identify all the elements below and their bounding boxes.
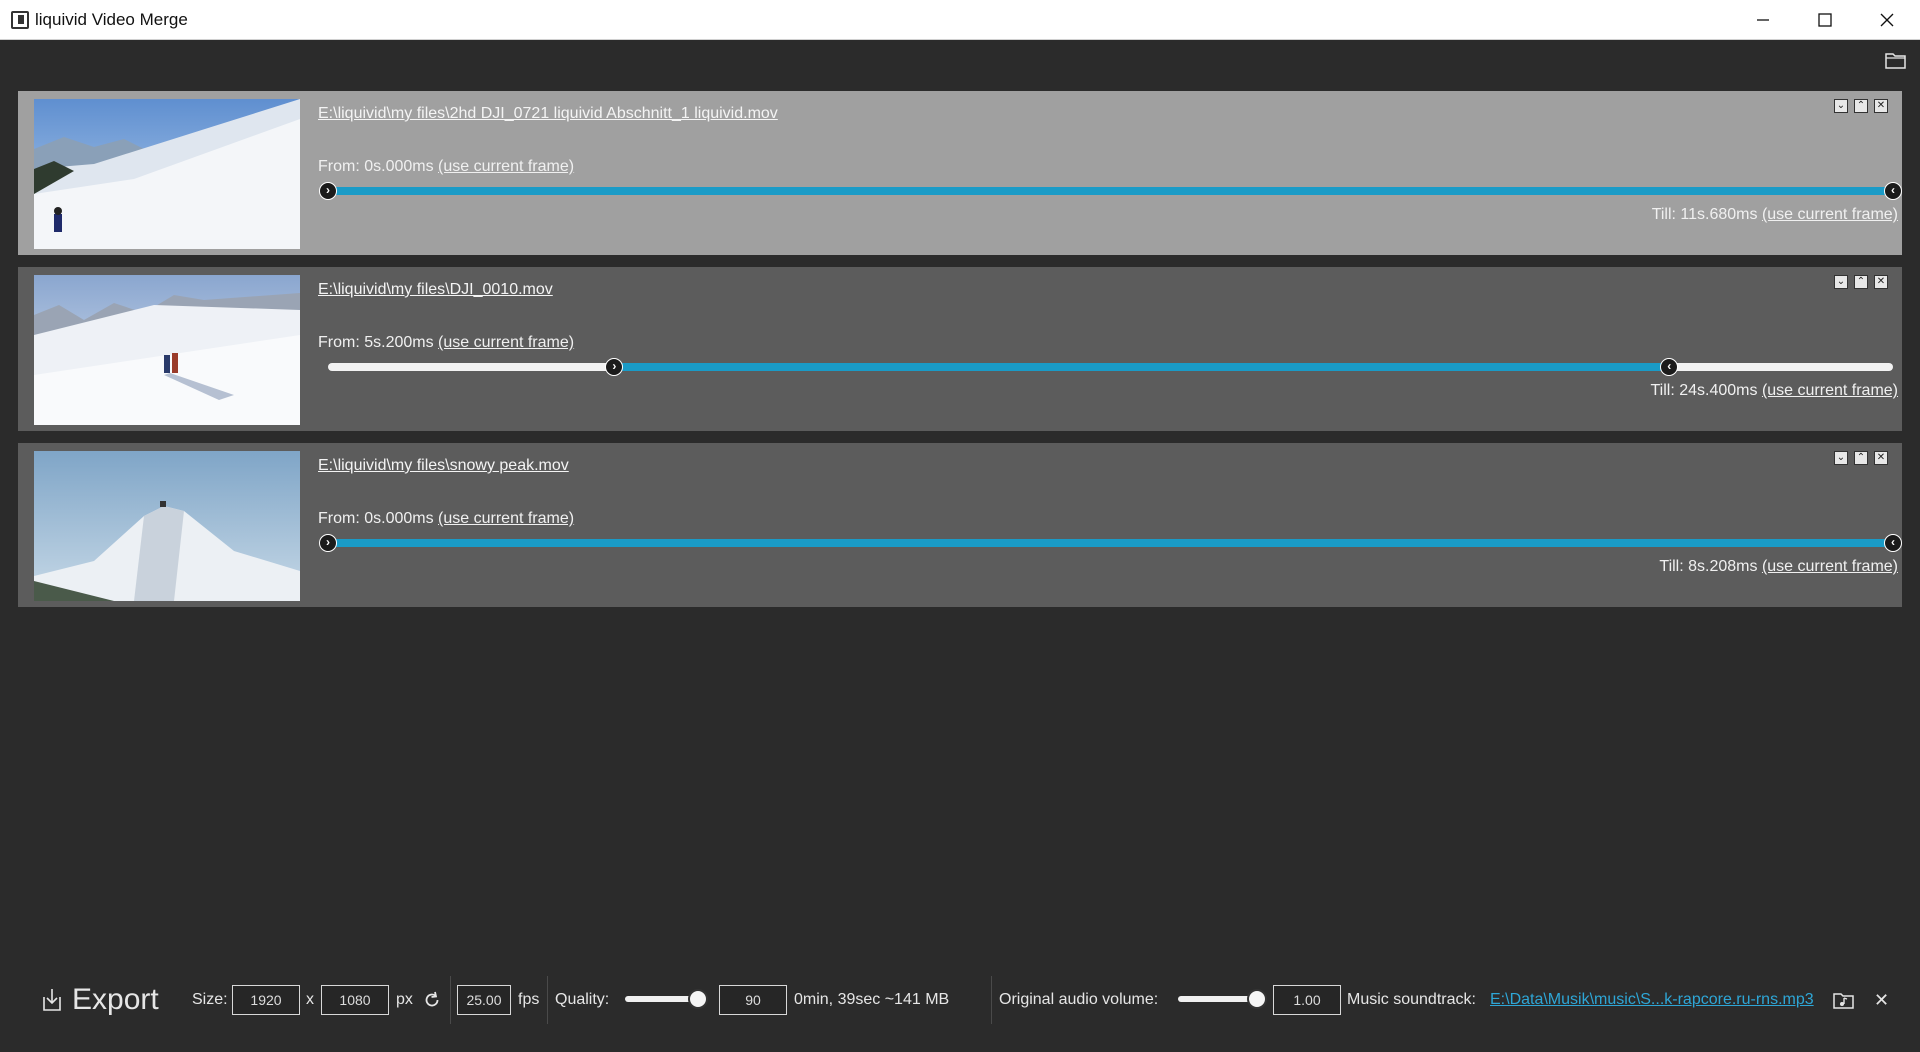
from-value: From: 0s.000ms — [318, 510, 434, 527]
fps-input[interactable]: 25.00 — [457, 985, 511, 1015]
range-track[interactable] — [328, 187, 1893, 195]
toolbar-divider — [547, 976, 548, 1024]
move-down-button[interactable]: ⌄ — [1834, 275, 1848, 289]
size-x-label: x — [306, 991, 314, 1008]
till-value: Till: 8s.208ms — [1659, 558, 1758, 575]
clear-music-button[interactable]: ✕ — [1874, 970, 1889, 1030]
till-value: Till: 24s.400ms — [1650, 382, 1758, 399]
move-up-button[interactable]: ⌃ — [1854, 275, 1868, 289]
maximize-icon — [1818, 13, 1832, 27]
choose-music-button[interactable] — [1832, 970, 1856, 1030]
range-fill — [328, 187, 1893, 195]
clip-card-buttons: ⌄ ⌃ ✕ — [1834, 275, 1888, 289]
app-logo-icon — [11, 11, 29, 29]
music-folder-icon — [1833, 993, 1854, 1009]
audio-volume-label: Original audio volume: — [999, 991, 1159, 1008]
range-start-handle[interactable]: › — [319, 534, 337, 552]
export-toolbar: Export Size: 1920 x 1080 px 25.00 fps Qu… — [0, 970, 1920, 1030]
export-button[interactable]: Export — [40, 970, 159, 1030]
move-up-button[interactable]: ⌃ — [1854, 451, 1868, 465]
use-current-frame-from-link[interactable]: (use current frame) — [438, 510, 574, 527]
fps-label: fps — [518, 991, 540, 1008]
clip-card[interactable]: E:\liquivid\my files\2hd DJI_0721 liquiv… — [18, 91, 1902, 255]
clip-thumbnail — [34, 99, 300, 249]
from-value: From: 5s.200ms — [318, 334, 434, 351]
from-value: From: 0s.000ms — [318, 158, 434, 175]
use-current-frame-from-link[interactable]: (use current frame) — [438, 334, 574, 351]
export-download-icon — [43, 989, 61, 1011]
audio-volume-input[interactable]: 1.00 — [1273, 985, 1341, 1015]
height-input[interactable]: 1080 — [321, 985, 389, 1015]
use-current-frame-till-link[interactable]: (use current frame) — [1762, 558, 1898, 575]
clip-file-link[interactable]: E:\liquivid\my files\2hd DJI_0721 liquiv… — [318, 105, 778, 123]
close-icon — [1880, 13, 1894, 27]
quality-input[interactable]: 90 — [719, 985, 787, 1015]
audio-volume-slider[interactable] — [1178, 996, 1258, 1002]
width-input[interactable]: 1920 — [232, 985, 300, 1015]
range-start-handle[interactable]: › — [319, 182, 337, 200]
music-soundtrack-label: Music soundtrack: — [1347, 991, 1476, 1008]
use-current-frame-till-link[interactable]: (use current frame) — [1762, 206, 1898, 223]
reset-icon — [425, 991, 439, 1007]
use-current-frame-from-link[interactable]: (use current frame) — [438, 158, 574, 175]
clip-file-link[interactable]: E:\liquivid\my files\snowy peak.mov — [318, 457, 569, 475]
clip-card-buttons: ⌄ ⌃ ✕ — [1834, 451, 1888, 465]
reset-size-button[interactable] — [422, 970, 442, 1030]
open-files-button[interactable] — [1884, 50, 1908, 70]
toolbar-divider — [450, 976, 451, 1024]
clip-file-link[interactable]: E:\liquivid\my files\DJI_0010.mov — [318, 281, 553, 299]
move-down-button[interactable]: ⌄ — [1834, 99, 1848, 113]
remove-clip-button[interactable]: ✕ — [1874, 275, 1888, 289]
audio-volume-slider-handle[interactable] — [1247, 989, 1267, 1009]
clip-from-label: From: 5s.200ms (use current frame) — [318, 334, 574, 352]
clip-card[interactable]: E:\liquivid\my files\snowy peak.mov From… — [18, 443, 1902, 607]
quality-slider-handle[interactable] — [688, 989, 708, 1009]
close-button[interactable] — [1856, 0, 1918, 40]
move-up-button[interactable]: ⌃ — [1854, 99, 1868, 113]
range-start-handle[interactable]: › — [605, 358, 624, 376]
minimize-icon — [1757, 19, 1769, 21]
till-value: Till: 11s.680ms — [1651, 206, 1758, 223]
clip-card[interactable]: E:\liquivid\my files\DJI_0010.mov From: … — [18, 267, 1902, 431]
window-title: liquivid Video Merge — [35, 10, 188, 29]
maximize-button[interactable] — [1794, 0, 1856, 40]
clip-card-buttons: ⌄ ⌃ ✕ — [1834, 99, 1888, 113]
remove-clip-button[interactable]: ✕ — [1874, 451, 1888, 465]
clip-till-label: Till: 24s.400ms (use current frame) — [1651, 382, 1899, 400]
folder-open-icon — [1885, 53, 1906, 69]
export-estimate: 0min, 39sec ~141 MB — [794, 991, 950, 1008]
title-bar: liquivid Video Merge — [0, 0, 1920, 40]
minimize-button[interactable] — [1732, 0, 1794, 40]
range-track[interactable] — [328, 539, 1893, 547]
range-fill — [614, 363, 1670, 371]
clip-till-label: Till: 8s.208ms (use current frame) — [1659, 558, 1898, 576]
px-label: px — [396, 991, 413, 1008]
clip-till-label: Till: 11s.680ms (use current frame) — [1652, 206, 1898, 224]
use-current-frame-till-link[interactable]: (use current frame) — [1762, 382, 1898, 399]
clip-thumbnail — [34, 451, 300, 601]
move-down-button[interactable]: ⌄ — [1834, 451, 1848, 465]
toolbar-divider — [991, 976, 992, 1024]
export-label: Export — [72, 983, 159, 1016]
music-file-link[interactable]: E:\Data\Musik\music\S...k-rapcore.ru-rns… — [1490, 970, 1814, 1030]
range-track[interactable] — [328, 363, 1893, 371]
remove-clip-button[interactable]: ✕ — [1874, 99, 1888, 113]
clip-from-label: From: 0s.000ms (use current frame) — [318, 510, 574, 528]
clip-from-label: From: 0s.000ms (use current frame) — [318, 158, 574, 176]
clip-thumbnail — [34, 275, 300, 425]
range-end-handle[interactable]: ‹ — [1660, 358, 1679, 376]
range-end-handle[interactable]: ‹ — [1884, 182, 1902, 200]
range-end-handle[interactable]: ‹ — [1884, 534, 1902, 552]
size-label: Size: — [192, 991, 228, 1008]
range-fill — [328, 539, 1893, 547]
quality-label: Quality: — [555, 991, 610, 1008]
